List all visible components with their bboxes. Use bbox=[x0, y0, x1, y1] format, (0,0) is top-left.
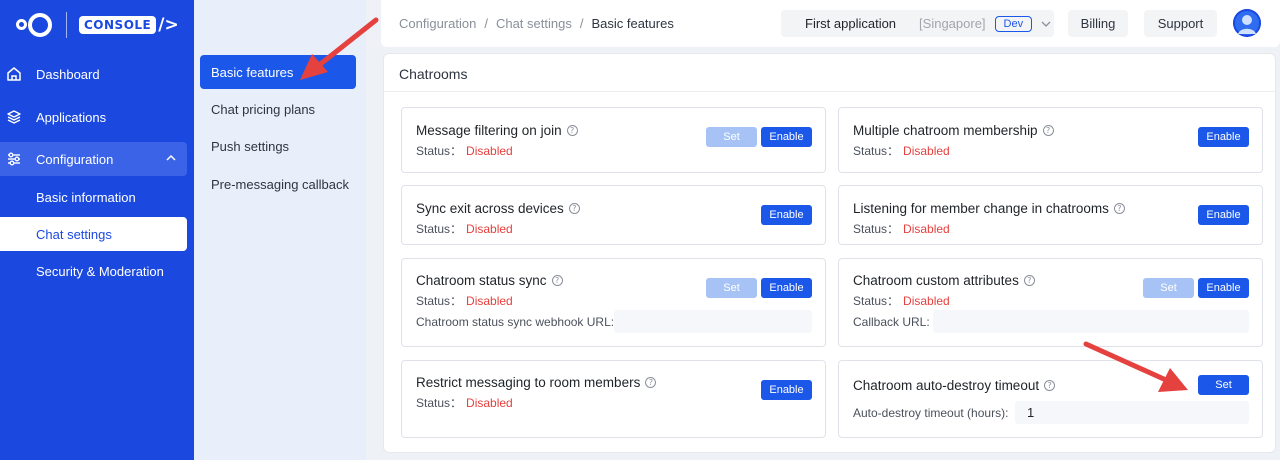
logo-mark-icon bbox=[14, 11, 52, 39]
enable-button[interactable]: Enable bbox=[1198, 127, 1249, 147]
auto-destroy-timeout-label: Auto-destroy timeout (hours): bbox=[853, 406, 1009, 420]
card-restrict-messaging: Restrict messaging to room members? Stat… bbox=[401, 360, 826, 438]
card-message-filtering: Message filtering on join? Status： Disabl… bbox=[401, 107, 826, 173]
status-label: Status： bbox=[416, 396, 463, 410]
card-sync-exit: Sync exit across devices? Status： Disable… bbox=[401, 185, 826, 245]
card-title: Restrict messaging to room members bbox=[416, 375, 641, 390]
card-status-sync: Chatroom status sync? Status： Disabled Se… bbox=[401, 258, 826, 347]
chevron-up-icon bbox=[166, 154, 176, 161]
home-icon bbox=[6, 66, 22, 82]
main-panel: Chatrooms Message filtering on join? Sta… bbox=[383, 53, 1276, 453]
avatar[interactable] bbox=[1233, 9, 1261, 37]
callback-url-label: Callback URL: bbox=[853, 315, 930, 329]
enable-button[interactable]: Enable bbox=[761, 127, 812, 147]
status-value: Disabled bbox=[466, 294, 513, 308]
auto-destroy-timeout-input[interactable]: 1 bbox=[1015, 401, 1249, 424]
enable-button[interactable]: Enable bbox=[761, 278, 812, 298]
sub-item-security-moderation[interactable]: Security & Moderation bbox=[0, 254, 187, 288]
nav-item-applications[interactable]: Applications bbox=[0, 100, 194, 134]
help-icon[interactable]: ? bbox=[645, 377, 657, 388]
support-button[interactable]: Support bbox=[1144, 10, 1217, 37]
console-glyph: /> bbox=[158, 15, 179, 35]
help-icon[interactable]: ? bbox=[1044, 380, 1056, 391]
status-label: Status： bbox=[416, 294, 463, 308]
enable-button[interactable]: Enable bbox=[761, 380, 812, 400]
status-value: Disabled bbox=[466, 144, 513, 158]
breadcrumb-chat-settings[interactable]: Chat settings bbox=[496, 16, 572, 31]
help-icon[interactable]: ? bbox=[1113, 203, 1125, 214]
breadcrumb-configuration[interactable]: Configuration bbox=[399, 16, 476, 31]
card-title: Listening for member change in chatrooms bbox=[853, 201, 1109, 216]
status-value: Disabled bbox=[903, 144, 950, 158]
nav-item-dashboard[interactable]: Dashboard bbox=[0, 57, 194, 91]
status-label: Status： bbox=[853, 222, 900, 236]
app-name: First application bbox=[805, 16, 897, 31]
help-icon[interactable]: ? bbox=[566, 125, 578, 136]
status-label: Status： bbox=[853, 144, 900, 158]
help-icon[interactable]: ? bbox=[1042, 125, 1054, 136]
status-label: Status： bbox=[416, 144, 463, 158]
layers-icon bbox=[6, 109, 22, 125]
status-label: Status： bbox=[416, 222, 463, 236]
help-icon[interactable]: ? bbox=[568, 203, 580, 214]
status-value: Disabled bbox=[466, 396, 513, 410]
set-button[interactable]: Set bbox=[1198, 375, 1249, 395]
set-button[interactable]: Set bbox=[1143, 278, 1194, 298]
card-title: Message filtering on join bbox=[416, 123, 562, 138]
env-badge: Dev bbox=[994, 15, 1033, 32]
webhook-url-input[interactable] bbox=[614, 310, 812, 333]
billing-button[interactable]: Billing bbox=[1068, 10, 1128, 37]
nav-label: Applications bbox=[36, 109, 107, 125]
card-title: Chatroom auto-destroy timeout bbox=[853, 378, 1040, 393]
card-multiple-membership: Multiple chatroom membership? Status： Dis… bbox=[838, 107, 1263, 173]
card-title: Sync exit across devices bbox=[416, 201, 564, 216]
chevron-down-icon bbox=[1041, 21, 1051, 27]
card-title: Chatroom custom attributes bbox=[853, 273, 1019, 288]
nav-label: Dashboard bbox=[36, 66, 100, 82]
status-label: Status： bbox=[853, 294, 900, 308]
enable-button[interactable]: Enable bbox=[761, 205, 812, 225]
sub-item-chat-settings[interactable]: Chat settings bbox=[0, 217, 187, 251]
logo[interactable]: CONSOLE /> bbox=[14, 10, 179, 40]
secnav-item-push-settings[interactable]: Push settings bbox=[200, 129, 356, 163]
breadcrumb: Configuration / Chat settings / Basic fe… bbox=[399, 16, 674, 31]
left-nav: CONSOLE /> Dashboard Applications Config… bbox=[0, 0, 194, 460]
secnav-item-pre-messaging-callback[interactable]: Pre-messaging callback bbox=[200, 167, 356, 201]
card-title: Chatroom status sync bbox=[416, 273, 547, 288]
app-region: [Singapore] bbox=[919, 16, 986, 31]
app-selector[interactable]: First application [Singapore] Dev bbox=[781, 10, 1054, 37]
card-auto-destroy: Chatroom auto-destroy timeout? Set Auto-… bbox=[838, 360, 1263, 438]
sub-item-basic-information[interactable]: Basic information bbox=[0, 180, 187, 214]
status-value: Disabled bbox=[466, 222, 513, 236]
enable-button[interactable]: Enable bbox=[1198, 205, 1249, 225]
status-value: Disabled bbox=[903, 222, 950, 236]
breadcrumb-separator: / bbox=[484, 16, 488, 31]
console-label: CONSOLE bbox=[79, 16, 157, 34]
card-member-change: Listening for member change in chatrooms… bbox=[838, 185, 1263, 245]
webhook-url-label: Chatroom status sync webhook URL: bbox=[416, 315, 615, 329]
enable-button[interactable]: Enable bbox=[1198, 278, 1249, 298]
card-title: Multiple chatroom membership bbox=[853, 123, 1038, 138]
callback-url-input[interactable] bbox=[933, 310, 1249, 333]
card-custom-attributes: Chatroom custom attributes? Status： Disab… bbox=[838, 258, 1263, 347]
section-header: Chatrooms bbox=[384, 54, 1275, 92]
set-button[interactable]: Set bbox=[706, 127, 757, 147]
secnav-item-basic-features[interactable]: Basic features bbox=[200, 55, 356, 89]
console-logo: CONSOLE /> bbox=[79, 15, 179, 35]
breadcrumb-separator: / bbox=[579, 16, 584, 31]
secnav-item-chat-pricing-plans[interactable]: Chat pricing plans bbox=[200, 92, 356, 126]
section-title: Chatrooms bbox=[399, 66, 468, 82]
set-button[interactable]: Set bbox=[706, 278, 757, 298]
help-icon[interactable]: ? bbox=[551, 275, 563, 286]
help-icon[interactable]: ? bbox=[1023, 275, 1035, 286]
sliders-icon bbox=[6, 151, 22, 167]
user-avatar-icon bbox=[1233, 9, 1261, 37]
nav-label: Configuration bbox=[36, 151, 114, 167]
secondary-nav: Basic features Chat pricing plans Push s… bbox=[194, 0, 366, 460]
nav-item-configuration[interactable]: Configuration bbox=[0, 142, 187, 176]
status-value: Disabled bbox=[903, 294, 950, 308]
logo-divider bbox=[66, 12, 67, 38]
breadcrumb-current: Basic features bbox=[591, 16, 674, 31]
top-bar: Configuration / Chat settings / Basic fe… bbox=[381, 0, 1280, 47]
